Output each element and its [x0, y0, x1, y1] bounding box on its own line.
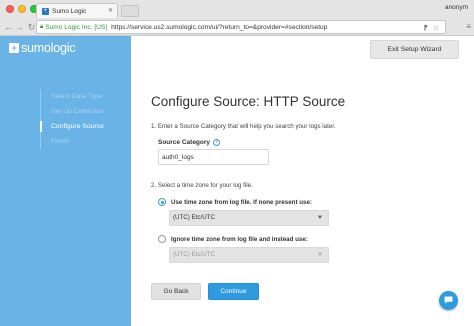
- back-arrow-icon[interactable]: ←: [3, 22, 14, 32]
- timezone-select-primary-value: (UTC) Etc/UTC: [173, 214, 215, 221]
- wizard-steps: Select Data Type Set Up Collection Confi…: [40, 89, 104, 149]
- profile-name[interactable]: anonym: [445, 4, 468, 11]
- address-bar[interactable]: 🔒︎ Sumo Logic Inc. [US] https://service.…: [36, 20, 446, 34]
- chat-support-button[interactable]: [439, 291, 458, 310]
- chevron-down-icon: ▼: [317, 215, 323, 221]
- page-title: Configure Source: HTTP Source: [151, 94, 346, 109]
- browser-tab[interactable]: + Sumo Logic ✕: [36, 3, 118, 18]
- app-window: + sumologic Select Data Type Set Up Coll…: [0, 36, 474, 326]
- new-tab-button[interactable]: [121, 5, 139, 17]
- source-category-label-text: Source Category: [158, 139, 211, 146]
- lock-icon: 🔒︎: [40, 23, 44, 30]
- timezone-select-secondary[interactable]: (UTC) Etc/UTC ▼: [169, 247, 329, 263]
- certificate-label[interactable]: Sumo Logic Inc. [US]: [45, 24, 107, 31]
- source-category-input[interactable]: [158, 149, 269, 165]
- step-configure-source: Configure Source: [40, 119, 104, 134]
- help-icon[interactable]: ?: [213, 139, 221, 146]
- close-tab-icon[interactable]: ✕: [108, 7, 113, 14]
- window-controls: [6, 5, 38, 13]
- continue-button[interactable]: Continue: [208, 283, 259, 300]
- radio-ignore-log-timezone[interactable]: [158, 235, 166, 243]
- browser-toolbar: ← → ↻ 🔒︎ Sumo Logic Inc. [US] https://se…: [0, 18, 474, 36]
- timezone-select-primary[interactable]: (UTC) Etc/UTC ▼: [169, 210, 329, 226]
- close-window-button[interactable]: [6, 5, 14, 13]
- logo-text: sumologic: [21, 41, 76, 55]
- sumologic-logo: + sumologic: [9, 41, 76, 55]
- chat-bubble-icon: [444, 296, 453, 304]
- step-finish: Finish: [51, 138, 70, 145]
- timezone-option-use-log[interactable]: Use time zone from log file. If none pre…: [158, 198, 312, 206]
- source-category-label: Source Category ?: [158, 139, 221, 146]
- timezone-select-secondary-value: (UTC) Etc/UTC: [173, 251, 215, 258]
- step-select-data-type: Select Data Type: [51, 93, 103, 100]
- step-set-up-collection: Set Up Collection: [51, 108, 104, 115]
- option-use-log-label[interactable]: Use time zone from log file. If none pre…: [171, 199, 312, 206]
- main-content: Exit Setup Wizard Configure Source: HTTP…: [131, 36, 474, 326]
- option-ignore-log-label[interactable]: Ignore time zone from log file and inste…: [171, 236, 308, 243]
- url-text[interactable]: https://service.us2.sumologic.com/ui/?re…: [111, 24, 327, 31]
- browser-chrome: + Sumo Logic ✕ anonym ← → ↻ 🔒︎ Sumo Logi…: [0, 0, 474, 36]
- minimize-window-button[interactable]: [18, 5, 26, 13]
- instruction-source-category: 1. Enter a Source Category that will hel…: [151, 123, 336, 130]
- forward-arrow-icon[interactable]: →: [14, 22, 25, 32]
- radio-use-log-timezone[interactable]: [158, 198, 166, 206]
- tab-title: Sumo Logic: [52, 7, 87, 15]
- exit-setup-wizard-button[interactable]: Exit Setup Wizard: [370, 40, 459, 59]
- chevron-down-icon: ▼: [317, 252, 323, 258]
- instruction-time-zone: 2. Select a time zone for your log file.: [151, 182, 253, 189]
- timezone-option-ignore-log[interactable]: Ignore time zone from log file and inste…: [158, 235, 308, 243]
- star-icon[interactable]: ☆: [433, 24, 439, 32]
- menu-icon[interactable]: ≡: [466, 22, 471, 31]
- sidebar: + sumologic Select Data Type Set Up Coll…: [0, 36, 131, 326]
- sumologic-plus-icon: +: [9, 43, 19, 53]
- sumologic-favicon-icon: +: [42, 7, 49, 15]
- go-back-button[interactable]: Go Back: [151, 283, 201, 300]
- translate-icon[interactable]: ⁋: [423, 24, 427, 32]
